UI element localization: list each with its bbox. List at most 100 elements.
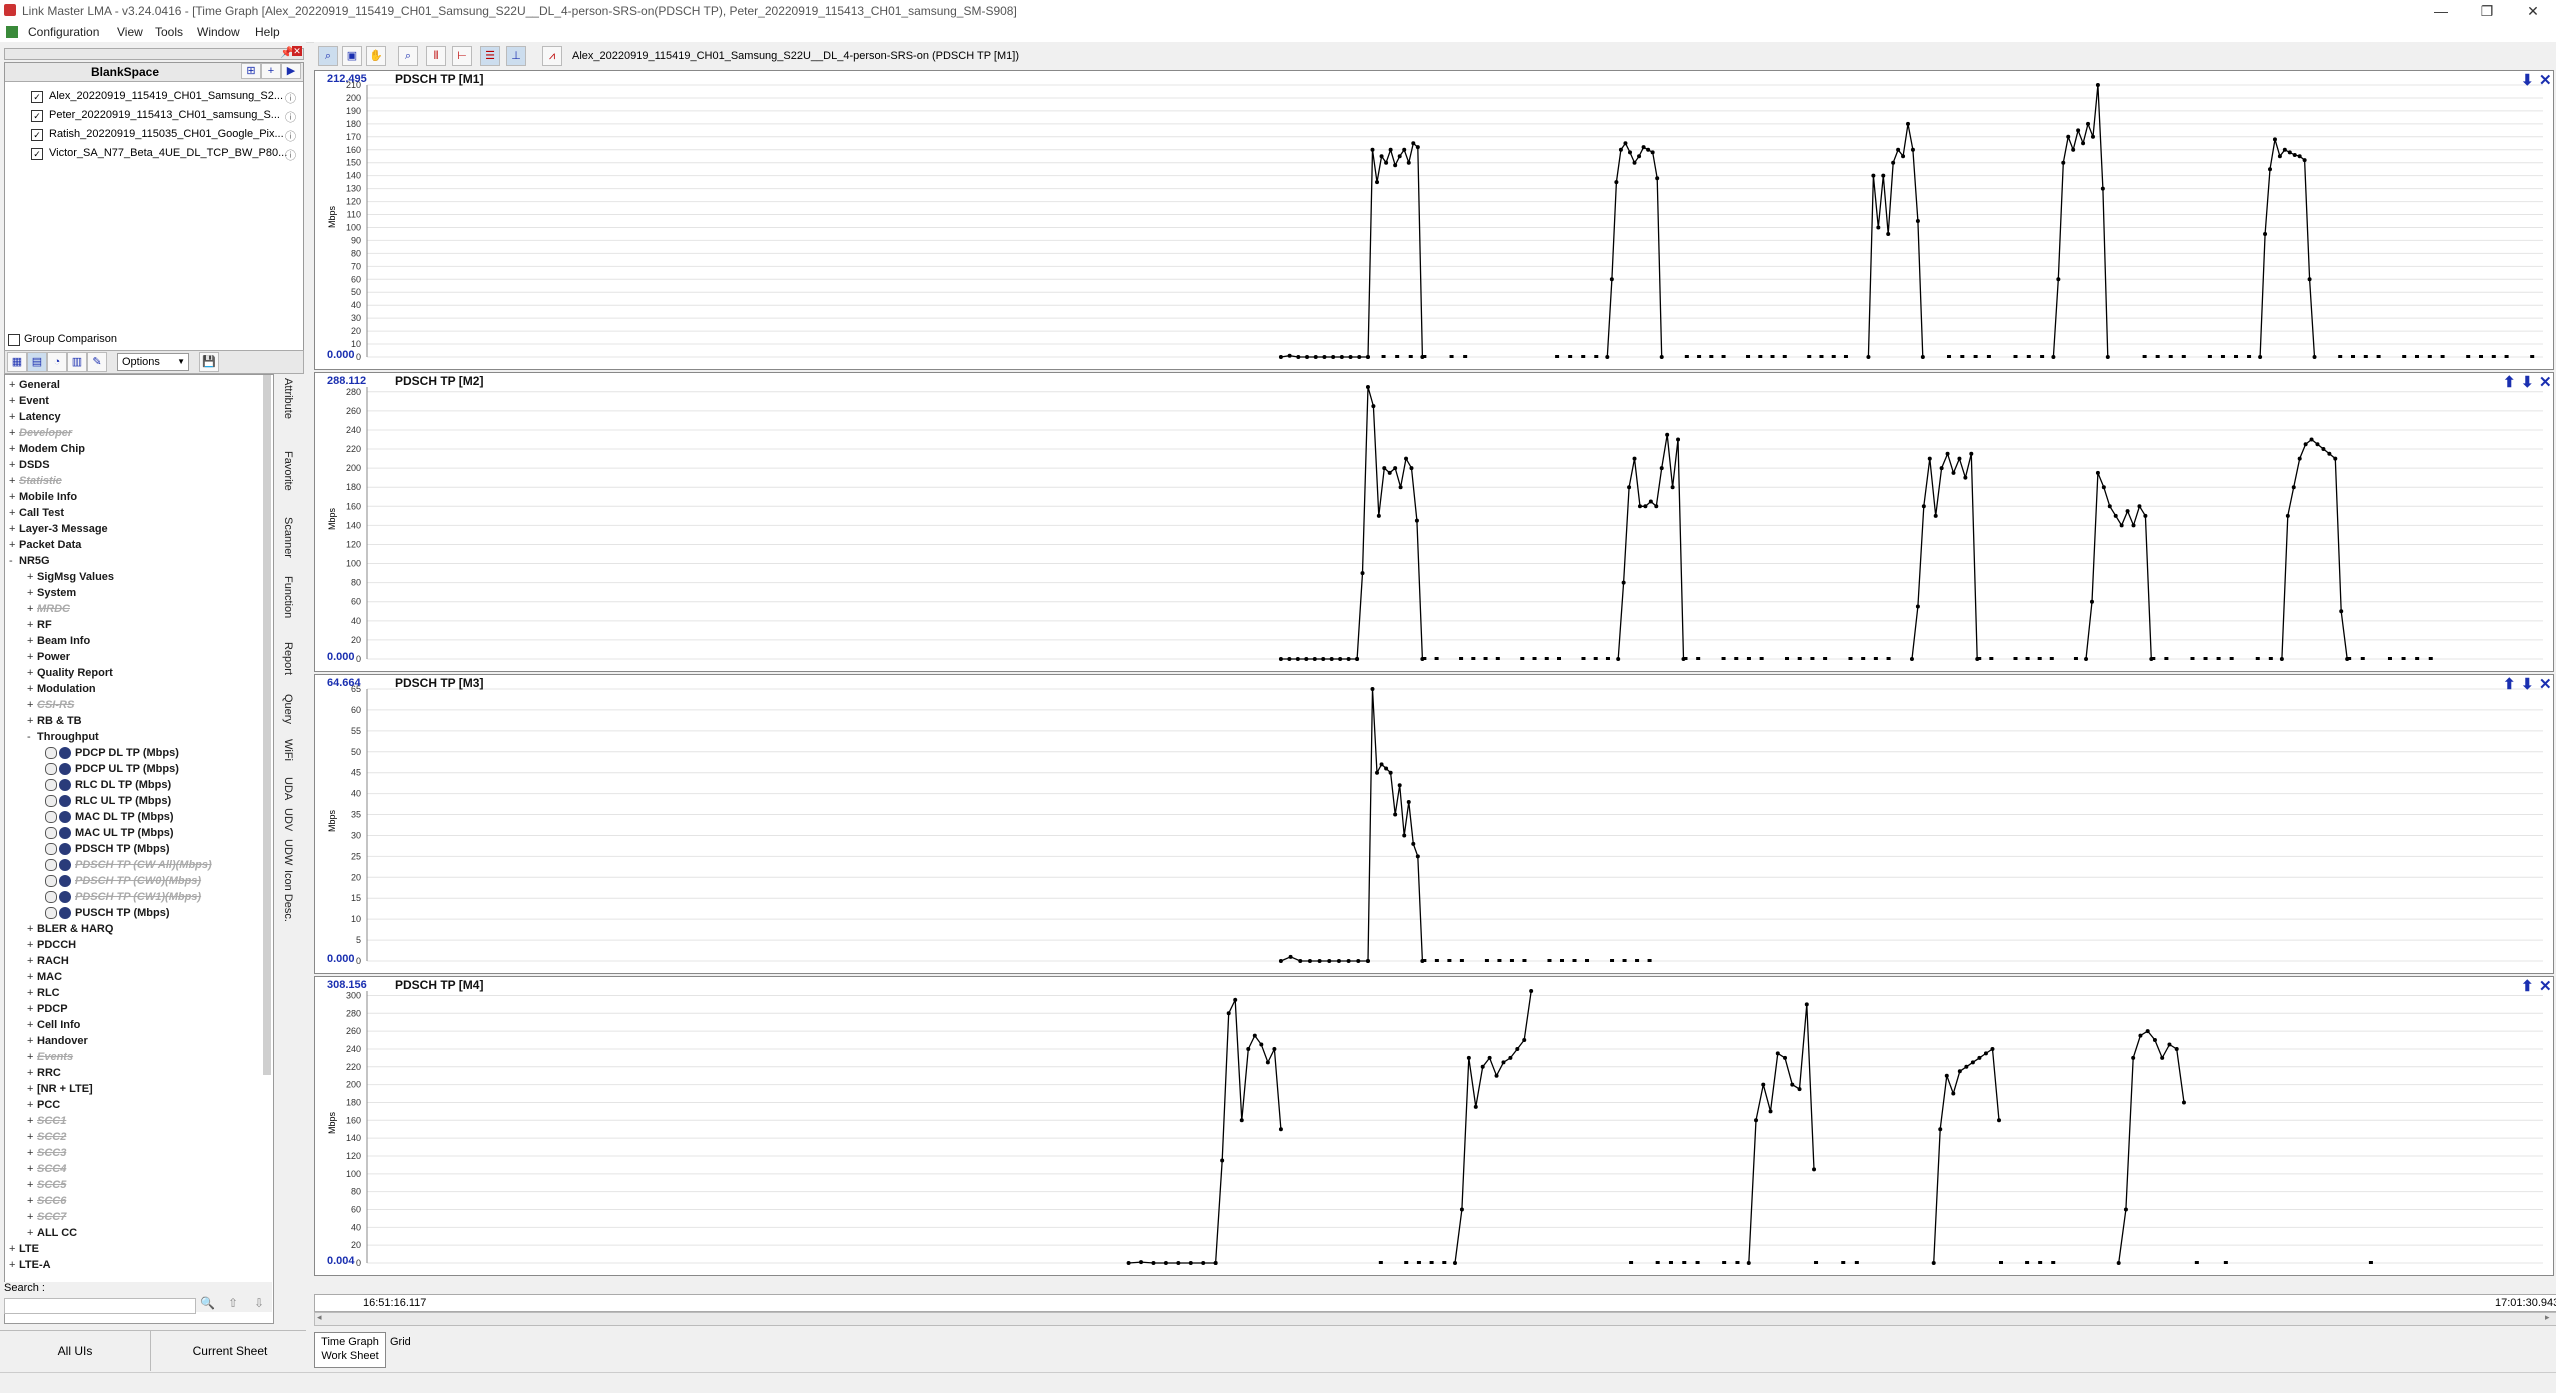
tab-time-graph-work-sheet[interactable]: Time Graph Work Sheet: [314, 1332, 386, 1368]
group-comparison-checkbox[interactable]: [8, 334, 20, 346]
arrow-down-icon[interactable]: ⇩: [254, 1296, 264, 1310]
expand-icon[interactable]: +: [27, 921, 37, 937]
log-item[interactable]: ✓ Alex_20220919_115419_CH01_Samsung_S2...…: [11, 89, 301, 105]
search-icon[interactable]: 🔍: [200, 1296, 215, 1310]
expand-icon[interactable]: +: [9, 521, 19, 537]
view-icon-1[interactable]: ▦: [7, 352, 27, 372]
chart-plot[interactable]: 280260240220200180160140120100806040200: [315, 373, 2553, 671]
expand-icon[interactable]: +: [27, 697, 37, 713]
horizontal-scrollbar[interactable]: ◂ ▸: [314, 1312, 2556, 1326]
next-icon[interactable]: ▶: [281, 63, 301, 79]
tree-node[interactable]: + Layer-3 Message: [9, 521, 108, 537]
tree-leaf-item[interactable]: RLC DL TP (Mbps): [45, 777, 171, 793]
chart-plot[interactable]: 3002802602402202001801601401201008060402…: [315, 977, 2553, 1275]
expand-icon[interactable]: +: [27, 1097, 37, 1113]
scroll-right-icon[interactable]: ▸: [2545, 1312, 2550, 1323]
move-down-icon[interactable]: ⬇: [2521, 373, 2534, 391]
tree-node[interactable]: + Beam Info: [27, 633, 90, 649]
tree-leaf-item[interactable]: MAC DL TP (Mbps): [45, 809, 174, 825]
expand-icon[interactable]: +: [27, 681, 37, 697]
log-item[interactable]: ✓ Ratish_20220919_115035_CH01_Google_Pix.…: [11, 127, 301, 143]
close-chart-icon[interactable]: ✕: [2539, 71, 2552, 89]
expand-icon[interactable]: +: [27, 1049, 37, 1065]
restore-button[interactable]: ❐: [2464, 0, 2510, 22]
tree-node[interactable]: + PDCCH: [27, 937, 76, 953]
tree-leaf-item[interactable]: MAC UL TP (Mbps): [45, 825, 174, 841]
tree-node[interactable]: + General: [9, 377, 60, 393]
side-tab[interactable]: WiFi: [282, 739, 294, 761]
expand-icon[interactable]: +: [9, 457, 19, 473]
tree-node[interactable]: + ALL CC: [27, 1225, 77, 1241]
side-tab[interactable]: Function: [282, 576, 294, 618]
expand-icon[interactable]: +: [27, 937, 37, 953]
trend-icon[interactable]: ⩘: [542, 46, 562, 66]
tab-current-sheet[interactable]: Current Sheet: [155, 1331, 305, 1371]
tree-leaf-item[interactable]: PUSCH TP (Mbps): [45, 905, 170, 921]
side-tab[interactable]: Query: [282, 694, 294, 724]
tree-node[interactable]: - NR5G: [9, 553, 50, 569]
expand-icon[interactable]: +: [27, 1129, 37, 1145]
expand-icon[interactable]: +: [27, 585, 37, 601]
tree-node[interactable]: + Event: [9, 393, 49, 409]
tree-leaf-item[interactable]: PDSCH TP (Mbps): [45, 841, 170, 857]
info-icon[interactable]: ⓘ: [285, 128, 296, 144]
chart-plot[interactable]: 65605550454035302520151050: [315, 675, 2553, 973]
move-down-icon[interactable]: ⬇: [2521, 675, 2534, 693]
tree-node[interactable]: + RACH: [27, 953, 69, 969]
menu-tools[interactable]: Tools: [155, 25, 183, 39]
tree-node[interactable]: + Cell Info: [27, 1017, 80, 1033]
axis-icon[interactable]: ⊢: [452, 46, 472, 66]
tree-node[interactable]: + Statistic: [9, 473, 62, 489]
expand-icon[interactable]: +: [27, 1177, 37, 1193]
expand-icon[interactable]: +: [27, 617, 37, 633]
export-icon[interactable]: ▣: [342, 46, 362, 66]
tree-node[interactable]: + Latency: [9, 409, 61, 425]
save-icon[interactable]: 💾: [199, 352, 219, 372]
expand-icon[interactable]: +: [27, 1209, 37, 1225]
tree-node[interactable]: - Throughput: [27, 729, 99, 745]
scroll-left-icon[interactable]: ◂: [317, 1312, 322, 1323]
tree-node[interactable]: + SCC2: [27, 1129, 66, 1145]
log-checkbox[interactable]: ✓: [31, 91, 43, 103]
tree-node[interactable]: + SCC6: [27, 1193, 66, 1209]
split-icon[interactable]: ⫴: [426, 46, 446, 66]
expand-icon[interactable]: +: [27, 1145, 37, 1161]
tree-node[interactable]: + SigMsg Values: [27, 569, 114, 585]
find-icon[interactable]: ⌕: [398, 46, 418, 66]
expand-icon[interactable]: +: [27, 953, 37, 969]
info-icon[interactable]: ⓘ: [285, 109, 296, 125]
expand-icon[interactable]: +: [27, 1225, 37, 1241]
zoom-icon[interactable]: ⌕: [318, 46, 338, 66]
side-tab[interactable]: UDA: [282, 777, 294, 800]
tree-node[interactable]: + LTE: [9, 1241, 39, 1257]
expand-icon[interactable]: +: [9, 473, 19, 489]
log-checkbox[interactable]: ✓: [31, 148, 43, 160]
tree-node[interactable]: + SCC3: [27, 1145, 66, 1161]
tree-node[interactable]: + SCC4: [27, 1161, 66, 1177]
expand-icon[interactable]: +: [27, 1193, 37, 1209]
tree-node[interactable]: + SCC5: [27, 1177, 66, 1193]
expand-icon[interactable]: +: [27, 569, 37, 585]
close-chart-icon[interactable]: ✕: [2539, 675, 2552, 693]
expand-icon[interactable]: +: [9, 489, 19, 505]
tree-node[interactable]: + SCC1: [27, 1113, 66, 1129]
layout-icon-1[interactable]: ☰: [480, 46, 500, 66]
info-icon[interactable]: ⓘ: [285, 147, 296, 163]
expand-icon[interactable]: +: [9, 393, 19, 409]
menu-window[interactable]: Window: [197, 25, 240, 39]
menu-view[interactable]: View: [117, 25, 143, 39]
expand-icon[interactable]: +: [9, 441, 19, 457]
tree-node[interactable]: + Handover: [27, 1033, 88, 1049]
expand-icon[interactable]: +: [27, 601, 37, 617]
tree-node[interactable]: + [NR + LTE]: [27, 1081, 93, 1097]
side-tab[interactable]: Icon Desc.: [282, 870, 294, 922]
tree-node[interactable]: + Call Test: [9, 505, 64, 521]
expand-icon[interactable]: +: [27, 1113, 37, 1129]
tree-node[interactable]: + Developer: [9, 425, 72, 441]
close-chart-icon[interactable]: ✕: [2539, 977, 2552, 995]
expand-icon[interactable]: +: [9, 409, 19, 425]
expand-icon[interactable]: +: [27, 1065, 37, 1081]
expand-icon[interactable]: +: [27, 1017, 37, 1033]
expand-icon[interactable]: +: [9, 537, 19, 553]
view-icon-2[interactable]: ▤: [27, 352, 47, 372]
